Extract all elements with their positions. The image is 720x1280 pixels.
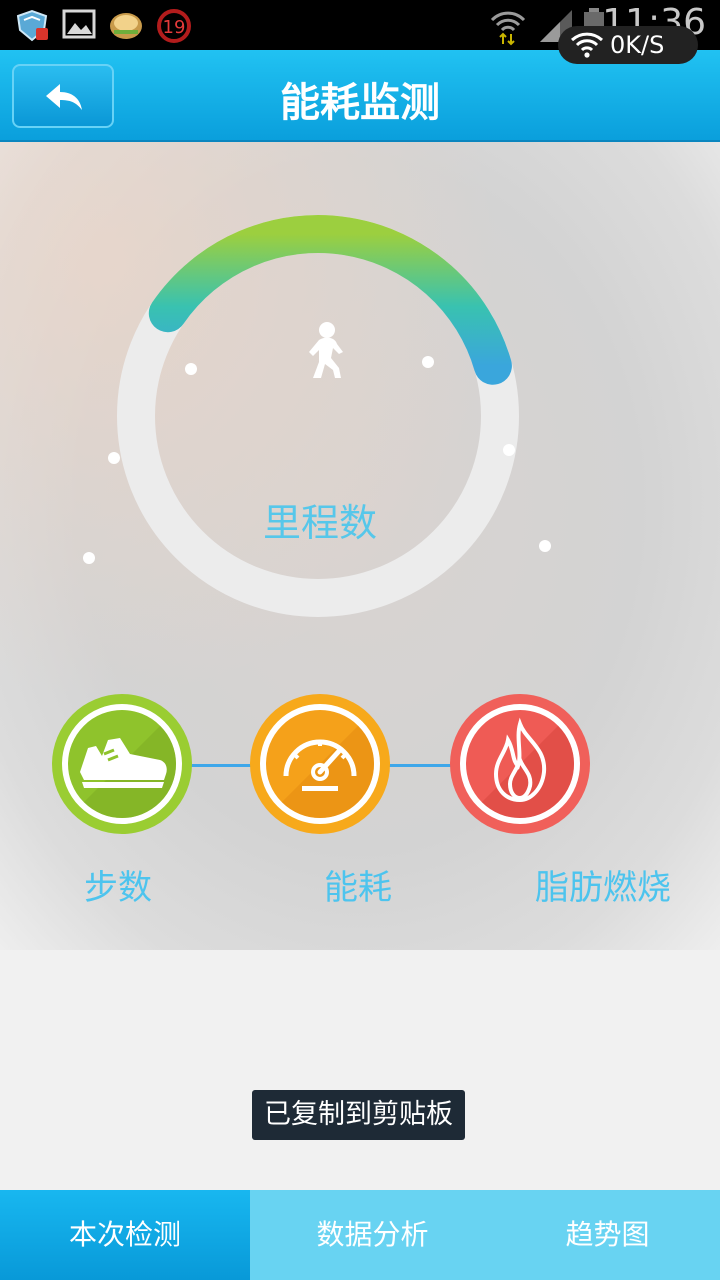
network-speed-indicator: 0K/S <box>558 26 698 64</box>
main-panel: 里程数 步数 能耗 脂肪燃烧 <box>0 142 720 950</box>
wifi-data-icon <box>488 8 528 50</box>
gauge-dot <box>83 552 95 564</box>
page-title: 能耗监测 <box>280 80 440 126</box>
steps-label: 步数 <box>84 868 152 908</box>
mileage-gauge <box>83 215 551 617</box>
energy-label: 能耗 <box>324 868 392 908</box>
fat-burn-button[interactable] <box>450 694 590 834</box>
wifi-icon <box>570 32 604 58</box>
gallery-icon <box>62 8 96 44</box>
svg-text:19: 19 <box>163 17 186 38</box>
net-speed-text: 0K/S <box>610 31 665 59</box>
flame-icon <box>466 710 574 818</box>
bottom-tab-bar: 本次检测 数据分析 趋势图 <box>0 1190 720 1280</box>
fat-burn-label: 脂肪燃烧 <box>535 868 671 908</box>
gauge-dot <box>108 452 120 464</box>
tab-current-test[interactable]: 本次检测 <box>0 1190 250 1280</box>
toast-message: 已复制到剪贴板 <box>252 1090 465 1140</box>
badge-19-icon: 19 <box>156 8 192 48</box>
feature-connector <box>386 764 452 767</box>
gauge-dot <box>503 444 515 456</box>
walking-person-icon <box>309 322 343 378</box>
food-app-icon <box>108 8 144 46</box>
gauge-label: 里程数 <box>262 501 377 545</box>
tab-trend-chart[interactable]: 趋势图 <box>495 1190 720 1280</box>
gauge-dot <box>539 540 551 552</box>
gauge-dot <box>422 356 434 368</box>
steps-button[interactable] <box>52 694 192 834</box>
gauge-dot <box>185 363 197 375</box>
tab-data-analysis[interactable]: 数据分析 <box>250 1190 495 1280</box>
feature-connector <box>188 764 252 767</box>
sneaker-icon <box>68 710 176 818</box>
speedometer-icon <box>266 710 374 818</box>
energy-button[interactable] <box>250 694 390 834</box>
shield-icon <box>14 8 50 48</box>
